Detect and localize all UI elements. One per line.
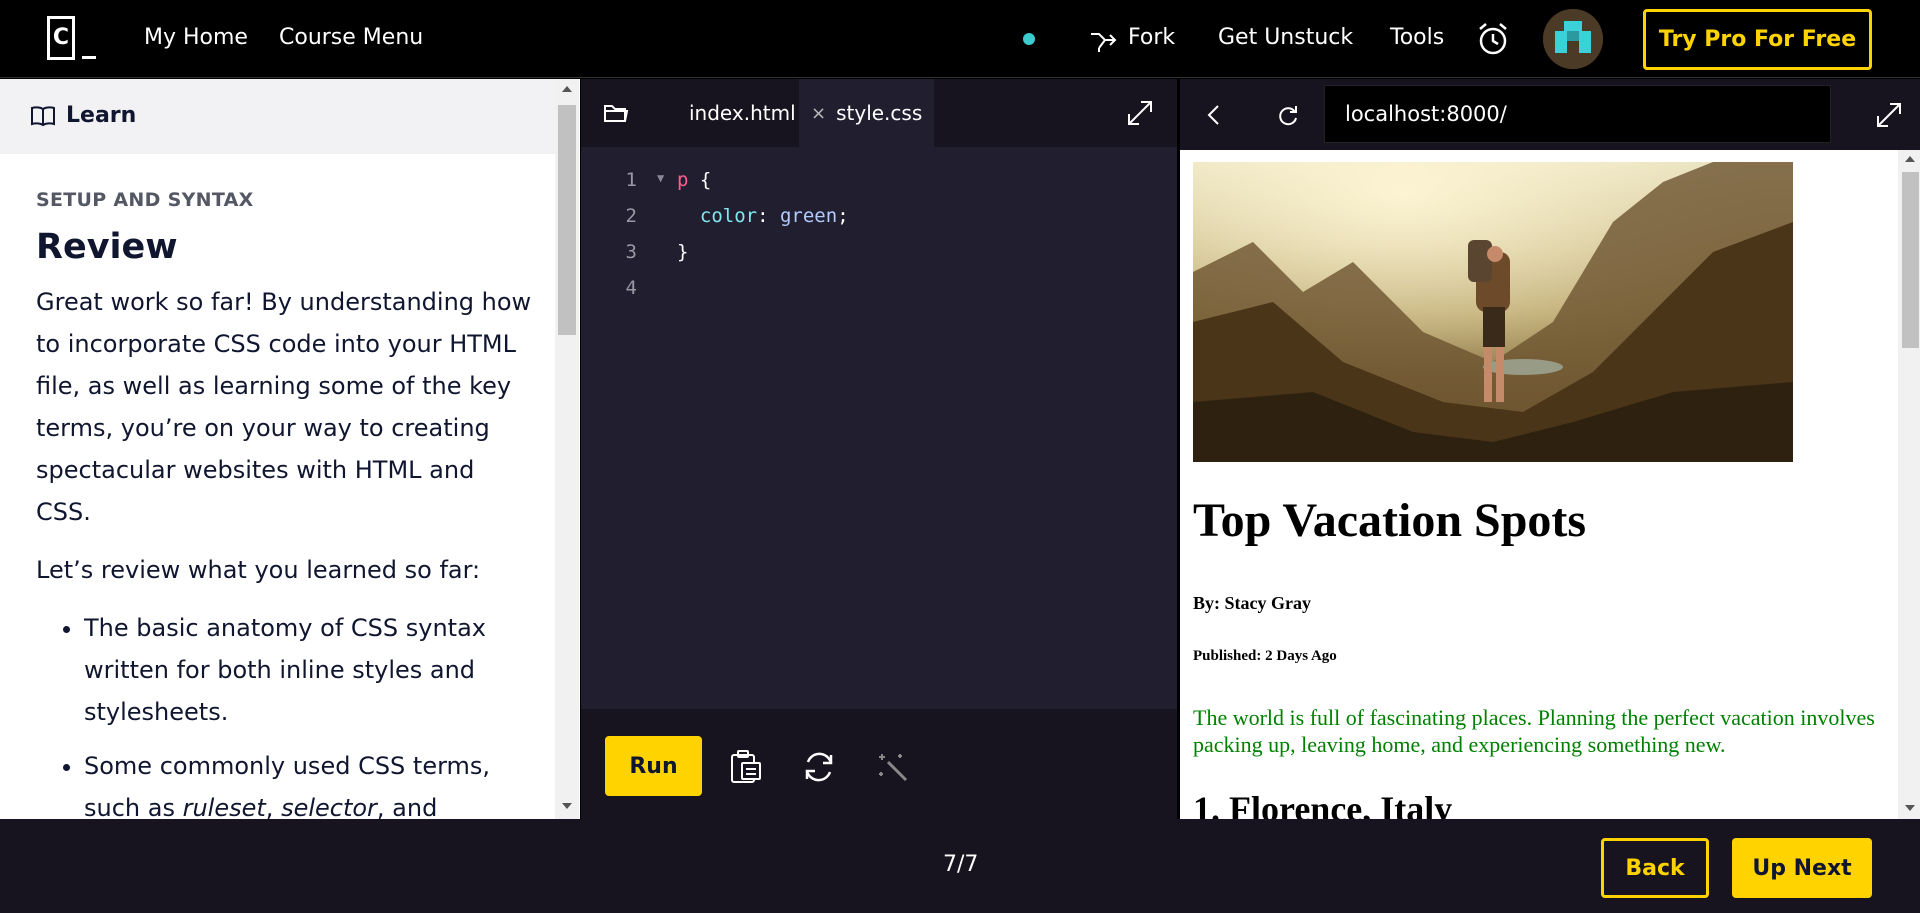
list-item-sep: , bbox=[265, 794, 282, 819]
learn-panel: Learn SETUP AND SYNTAX Review Great work… bbox=[0, 79, 580, 819]
learn-scrollbar[interactable] bbox=[555, 79, 579, 819]
page-author: By: Stacy Gray bbox=[1193, 593, 1311, 613]
list-item-text: , and bbox=[376, 794, 438, 819]
course-menu-link[interactable]: Course Menu bbox=[279, 25, 423, 50]
code-line: 1 ▼ p { bbox=[581, 169, 1178, 205]
tools-button[interactable]: Tools bbox=[1390, 25, 1444, 50]
top-nav: C My Home Course Menu Fork Get Unstuck T… bbox=[0, 0, 1920, 78]
line-number: 1 bbox=[625, 169, 637, 191]
page-subheading: 1. Florence, Italy bbox=[1193, 789, 1453, 819]
book-icon bbox=[31, 106, 55, 127]
back-arrow-icon[interactable] bbox=[1206, 104, 1220, 126]
section-label: SETUP AND SYNTAX bbox=[36, 189, 254, 211]
page-published: Published: 2 Days Ago bbox=[1193, 648, 1337, 664]
lesson-content: SETUP AND SYNTAX Review Great work so fa… bbox=[36, 189, 536, 819]
close-tab-icon[interactable]: × bbox=[811, 103, 826, 124]
tab-style-css[interactable]: × style.css bbox=[799, 79, 935, 147]
list-item: The basic anatomy of CSS syntax written … bbox=[84, 607, 536, 733]
code-text: color: green; bbox=[677, 205, 849, 227]
back-button[interactable]: Back bbox=[1601, 838, 1709, 898]
logo-cursor bbox=[82, 56, 96, 59]
page-heading: Top Vacation Spots bbox=[1193, 494, 1587, 547]
scroll-down-arrow[interactable] bbox=[1905, 805, 1915, 811]
reset-icon[interactable] bbox=[802, 750, 836, 784]
line-number: 4 bbox=[625, 277, 637, 299]
editor-tabs: index.html × style.css bbox=[581, 79, 1178, 147]
lesson-paragraph-2: Let’s review what you learned so far: bbox=[36, 556, 481, 584]
scroll-down-arrow[interactable] bbox=[562, 803, 572, 809]
code-editor: index.html × style.css 1 ▼ p { 2 color: … bbox=[580, 79, 1178, 819]
user-avatar[interactable] bbox=[1543, 9, 1603, 69]
list-item-text: The basic anatomy of CSS syntax written … bbox=[84, 614, 486, 726]
lesson-title: Review bbox=[36, 227, 178, 267]
lesson-paragraph: Great work so far! By understanding how … bbox=[36, 288, 532, 526]
page-intro: The world is full of fascinating places.… bbox=[1193, 705, 1875, 757]
alarm-clock-icon[interactable] bbox=[1476, 21, 1510, 57]
browser-toolbar: localhost:8000/ bbox=[1180, 79, 1920, 150]
css-property: color bbox=[699, 205, 758, 227]
status-dot bbox=[1023, 33, 1035, 45]
refresh-icon[interactable] bbox=[1276, 103, 1300, 127]
tab-label: style.css bbox=[836, 101, 923, 125]
css-brace: { bbox=[688, 169, 712, 191]
fold-arrow-icon[interactable]: ▼ bbox=[657, 171, 664, 185]
url-text: localhost:8000/ bbox=[1345, 102, 1507, 126]
scroll-thumb[interactable] bbox=[1902, 172, 1919, 348]
code-area[interactable]: 1 ▼ p { 2 color: green; 3 } 4 bbox=[581, 169, 1178, 313]
up-next-button[interactable]: Up Next bbox=[1732, 838, 1872, 898]
code-text: } bbox=[677, 241, 689, 263]
review-list: The basic anatomy of CSS syntax written … bbox=[36, 607, 536, 819]
css-semicolon: ; bbox=[837, 205, 849, 227]
lesson-progress: 7/7 bbox=[943, 852, 979, 877]
css-colon: : bbox=[757, 205, 780, 227]
preview-scrollbar[interactable] bbox=[1898, 150, 1920, 819]
rendered-page: Top Vacation Spots By: Stacy Gray Publis… bbox=[1180, 150, 1898, 819]
codecademy-logo[interactable]: C bbox=[47, 16, 109, 62]
line-number: 2 bbox=[625, 205, 637, 227]
url-bar[interactable]: localhost:8000/ bbox=[1324, 85, 1831, 143]
fullscreen-icon[interactable] bbox=[1875, 101, 1903, 129]
copy-to-clipboard-icon[interactable] bbox=[729, 749, 763, 785]
scroll-thumb[interactable] bbox=[558, 105, 576, 335]
tab-label: index.html bbox=[689, 101, 796, 125]
fork-icon bbox=[1091, 33, 1117, 52]
run-button[interactable]: Run bbox=[605, 736, 702, 796]
expand-icon[interactable] bbox=[1126, 99, 1154, 127]
get-unstuck-button[interactable]: Get Unstuck bbox=[1218, 25, 1353, 50]
code-text: p { bbox=[677, 169, 711, 191]
my-home-link[interactable]: My Home bbox=[144, 25, 248, 50]
css-value: green bbox=[779, 205, 838, 227]
code-line: 2 color: green; bbox=[581, 205, 1178, 241]
magic-wand-icon[interactable] bbox=[876, 750, 910, 784]
list-item: Some commonly used CSS terms, such as ru… bbox=[84, 745, 536, 819]
editor-footer: Run bbox=[581, 709, 1178, 819]
css-indent bbox=[677, 205, 700, 227]
hero-image bbox=[1193, 162, 1793, 462]
logo-letter: C bbox=[52, 25, 70, 50]
tab-index-html[interactable]: index.html bbox=[681, 79, 804, 147]
term-ruleset: ruleset bbox=[182, 794, 266, 819]
fork-button[interactable]: Fork bbox=[1128, 25, 1175, 50]
code-line: 4 bbox=[581, 277, 1178, 313]
code-line: 3 } bbox=[581, 241, 1178, 277]
scroll-up-arrow[interactable] bbox=[562, 86, 572, 92]
line-number: 3 bbox=[625, 241, 637, 263]
avatar-pixel-icon bbox=[1543, 9, 1603, 69]
term-selector: selector bbox=[281, 794, 377, 819]
browser-preview: localhost:8000/ Top Vacation Spots By: S… bbox=[1177, 79, 1920, 819]
bottom-bar: 7/7 Back Up Next bbox=[0, 819, 1920, 913]
learn-header: Learn bbox=[0, 79, 555, 154]
css-selector: p bbox=[677, 169, 689, 191]
scroll-up-arrow[interactable] bbox=[1905, 156, 1915, 162]
try-pro-button[interactable]: Try Pro For Free bbox=[1643, 9, 1872, 70]
learn-title: Learn bbox=[66, 103, 137, 128]
folder-icon[interactable] bbox=[603, 102, 629, 124]
